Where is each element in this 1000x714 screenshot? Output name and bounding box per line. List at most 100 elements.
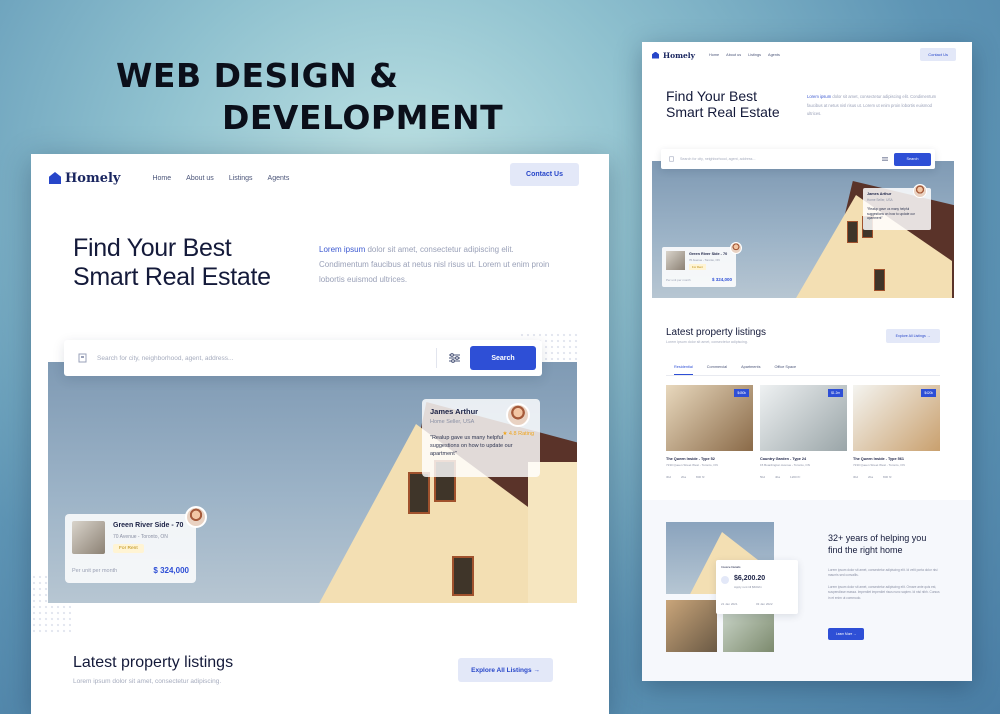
hero-title-line-2: Smart Real Estate xyxy=(666,104,780,120)
nav-agents[interactable]: Agents xyxy=(768,53,780,57)
banner-line-1: WEB DESIGN & xyxy=(116,56,399,95)
baths: 2ba xyxy=(868,475,874,479)
invoice-card: Invoice Details $6,200.20 Apply rent til… xyxy=(716,560,798,614)
years-title-line-2: find the right home xyxy=(828,545,903,555)
property-card[interactable]: $1.2m Country Garden - Type 24 15 Boardi… xyxy=(760,385,847,479)
nav-listings[interactable]: Listings xyxy=(229,175,253,182)
building-icon xyxy=(669,156,674,162)
building-icon xyxy=(78,353,87,363)
price-badge: $450k xyxy=(734,389,749,397)
latest-subtitle: Lorem ipsum dolor sit amet, consectetur … xyxy=(666,340,748,344)
contact-button[interactable]: Contact Us xyxy=(510,163,579,186)
nav-about[interactable]: About us xyxy=(186,175,214,182)
hero-title: Find Your Best Smart Real Estate xyxy=(73,234,271,292)
listing-thumbnail xyxy=(72,521,105,554)
baths: 2ba xyxy=(681,475,687,479)
hero-description: Lorem ipsum dolor sit amet, consectetur … xyxy=(807,93,942,119)
baths: 4ba xyxy=(775,475,781,479)
area: 1200 ft² xyxy=(790,475,801,479)
window xyxy=(874,269,885,291)
filter-icon[interactable] xyxy=(449,353,460,363)
house-icon xyxy=(49,172,61,184)
search-bar: Search for city, neighborhood, agent, ad… xyxy=(64,340,542,376)
banner-line-2: DEVELOPMENT xyxy=(222,98,504,137)
latest-subtitle: Lorem ipsum dolor sit amet, consectetur … xyxy=(73,678,222,685)
beds: 3bd xyxy=(853,475,859,479)
listing-title: Green River Side - 70 xyxy=(689,252,728,256)
tab-residential[interactable]: Residential xyxy=(674,362,693,375)
brand-logo[interactable]: Homely xyxy=(652,51,695,60)
hero-title-line-1: Find Your Best xyxy=(666,88,758,104)
nav-home[interactable]: Home xyxy=(152,175,171,182)
latest-title: Latest property listings xyxy=(666,327,767,338)
learn-more-button[interactable]: Learn More → xyxy=(828,628,865,640)
nav-links: Home About us Listings Agents xyxy=(709,53,780,57)
invoice-sub: Apply rent till $600/m xyxy=(734,585,763,589)
property-meta: 3bd 2ba 800 ft² xyxy=(853,475,940,479)
property-meta: 3bd 2ba 800 ft² xyxy=(666,475,753,479)
agent-rating: ★ 4.8 Rating xyxy=(502,431,534,437)
listing-address: 70 Avenue - Toronto, ON xyxy=(689,258,720,262)
price-badge: $1.2m xyxy=(828,389,843,397)
listing-title: Green River Side - 70 xyxy=(113,522,184,529)
search-input[interactable]: Search for city, neighborhood, agent, ad… xyxy=(97,355,436,362)
agent-quote: "Realup gave us many helpful suggestions… xyxy=(430,435,513,457)
years-section: Invoice Details $6,200.20 Apply rent til… xyxy=(642,500,972,681)
invoice-icon xyxy=(721,576,729,584)
property-title: The Queen Inside - Type 52 xyxy=(666,457,715,461)
property-image: $450k xyxy=(666,385,753,451)
property-card[interactable]: $450k The Queen Inside - Type 52 7230 Qu… xyxy=(666,385,753,479)
contact-button[interactable]: Contact Us xyxy=(920,48,956,61)
listing-tabs: Residential Commercial Apartments Office… xyxy=(666,362,940,376)
nav-listings[interactable]: Listings xyxy=(748,53,761,57)
brand-logo[interactable]: Homely xyxy=(49,171,120,186)
years-desc-2: Lorem ipsum dolor sit amet, consectetur … xyxy=(828,584,940,600)
featured-listing-card[interactable]: Green River Side - 70 70 Avenue - Toront… xyxy=(662,247,736,287)
tab-commercial[interactable]: Commercial xyxy=(707,362,727,375)
search-button[interactable]: Search xyxy=(894,152,931,166)
agent-quote: "Realup gave us many helpful suggestions… xyxy=(867,207,915,220)
listing-price: $ 324,000 xyxy=(711,277,732,282)
explore-listings-button[interactable]: Explore All Listings → xyxy=(886,329,940,343)
filter-icon[interactable] xyxy=(882,156,888,162)
invoice-amount: $6,200.20 xyxy=(734,575,766,582)
property-card[interactable]: $420k The Queen Inside - Type 561 7230 Q… xyxy=(853,385,940,479)
search-input[interactable]: Search for city, neighborhood, agent, ad… xyxy=(680,157,882,161)
property-image: $1.2m xyxy=(760,385,847,451)
property-title: Country Garden - Type 24 xyxy=(760,457,807,461)
featured-listing-card[interactable]: Green River Side - 70 70 Avenue - Toront… xyxy=(65,514,196,583)
agent-avatar xyxy=(913,184,927,198)
explore-listings-button[interactable]: Explore All Listings → xyxy=(458,658,553,682)
hero-title-line-1: Find Your Best xyxy=(73,234,232,262)
nav-agents[interactable]: Agents xyxy=(268,175,290,182)
hero-description: Lorem ipsum dolor sit amet, consectetur … xyxy=(319,242,559,287)
beds: 5bd xyxy=(760,475,766,479)
window xyxy=(452,556,474,596)
hero-desc-lead: Lorem ipsum xyxy=(319,245,366,254)
seller-avatar xyxy=(730,242,742,254)
tab-office-space[interactable]: Office Space xyxy=(774,362,796,375)
invoice-date-2: 03 Jan 2022 xyxy=(756,602,773,606)
area: 800 ft² xyxy=(696,475,705,479)
invoice-label: Invoice Details xyxy=(721,565,741,569)
fullpage-mockup: Homely Home About us Listings Agents Con… xyxy=(642,42,972,681)
listing-tag: For Rent xyxy=(113,544,144,553)
tab-apartments[interactable]: Apartments xyxy=(741,362,760,375)
top-nav: Homely Home About us Listings Agents Con… xyxy=(49,163,579,190)
top-nav: Homely Home About us Listings Agents Con… xyxy=(652,48,962,62)
listing-address: 70 Avenue - Toronto, ON xyxy=(113,534,168,540)
hero-title-line-2: Smart Real Estate xyxy=(73,263,271,291)
nav-home[interactable]: Home xyxy=(709,53,719,57)
nav-about[interactable]: About us xyxy=(726,53,741,57)
latest-title: Latest property listings xyxy=(73,654,234,671)
property-address: 7230 Queen Street West - Toronto, ON xyxy=(666,463,718,467)
hero-title: Find Your Best Smart Real Estate xyxy=(666,88,780,120)
listing-price: $ 324,000 xyxy=(153,566,189,575)
property-meta: 5bd 4ba 1200 ft² xyxy=(760,475,847,479)
property-address: 15 Boardington Avenue - Toronto, ON xyxy=(760,463,810,467)
property-address: 7230 Queen Street West - Toronto, ON xyxy=(853,463,905,467)
listing-per-unit: Per unit per month xyxy=(666,278,691,282)
window xyxy=(408,472,430,514)
seller-avatar xyxy=(185,506,207,528)
search-button[interactable]: Search xyxy=(470,346,536,370)
